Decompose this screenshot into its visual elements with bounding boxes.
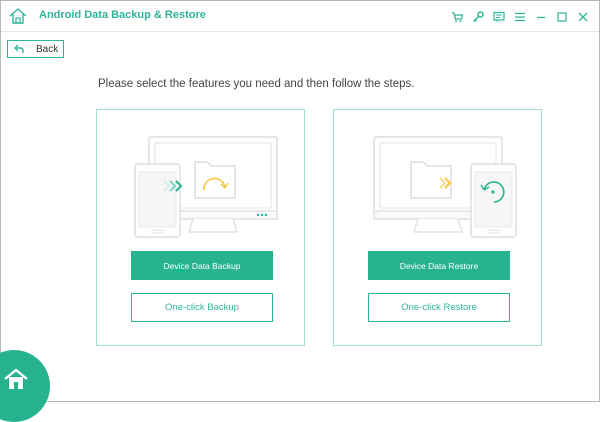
close-icon[interactable] [577, 10, 589, 22]
app-title: Android Data Backup & Restore [39, 9, 206, 21]
backup-illustration [134, 136, 278, 238]
instruction-text: Please select the features you need and … [98, 78, 415, 90]
back-arrow-icon [14, 44, 24, 53]
menu-icon[interactable] [514, 10, 526, 22]
backup-card: Device Data Backup One-click Backup [96, 109, 305, 346]
back-label: Back [36, 43, 59, 55]
restore-illustration [373, 136, 517, 238]
home-icon[interactable] [9, 8, 27, 24]
key-icon[interactable] [472, 10, 484, 23]
one-click-restore-button[interactable]: One-click Restore [368, 293, 510, 322]
title-bar-controls [451, 9, 589, 23]
feedback-icon[interactable] [493, 10, 505, 23]
restore-card: Device Data Restore One-click Restore [333, 109, 542, 346]
home-icon [4, 368, 28, 389]
minimize-icon[interactable] [535, 10, 547, 22]
maximize-icon[interactable] [556, 10, 568, 22]
back-button[interactable]: Back [7, 40, 64, 58]
cart-icon[interactable] [451, 10, 464, 23]
device-data-backup-button[interactable]: Device Data Backup [131, 251, 273, 280]
one-click-backup-button[interactable]: One-click Backup [131, 293, 273, 322]
title-bar: Android Data Backup & Restore [1, 1, 599, 32]
device-data-restore-button[interactable]: Device Data Restore [368, 251, 510, 280]
